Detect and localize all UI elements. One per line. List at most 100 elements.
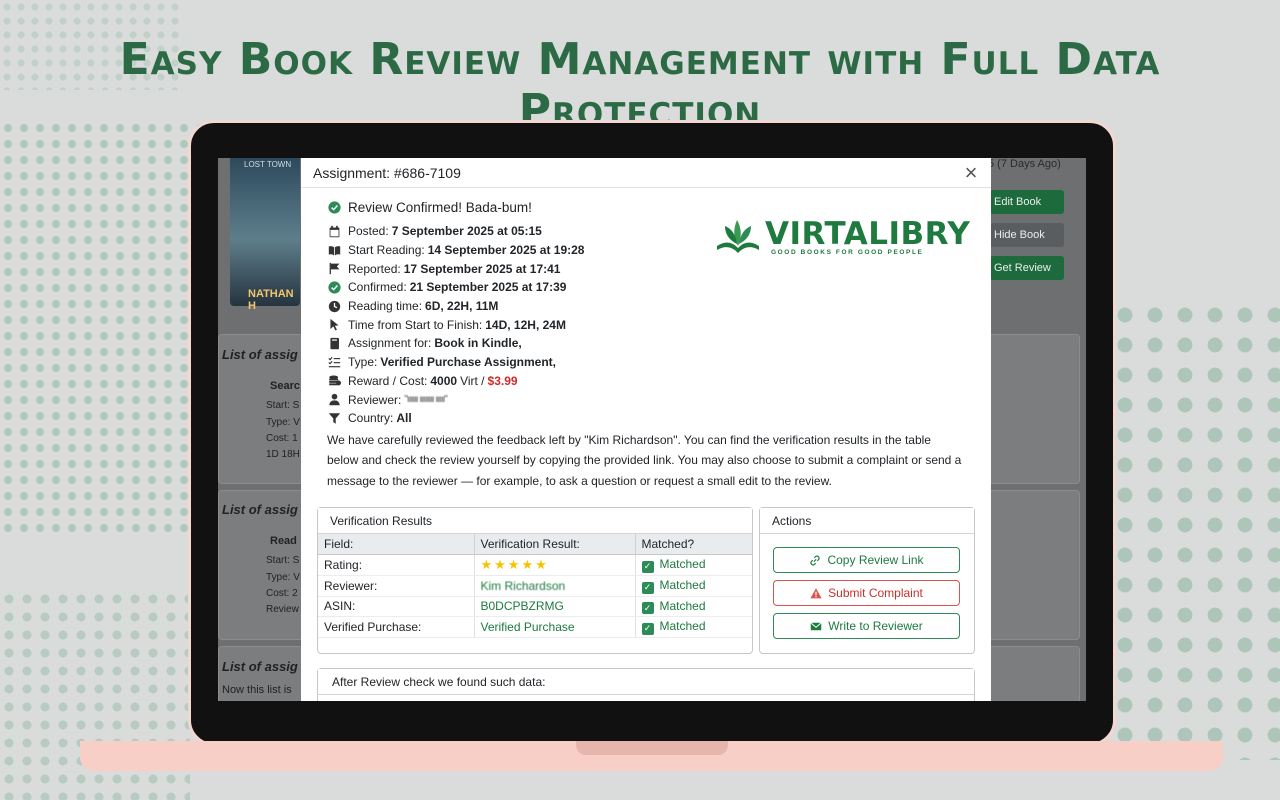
assignment-list-label: List of assig: [222, 659, 298, 674]
detail-value: 14D, 12H, 24M: [485, 317, 566, 332]
detail-label: Time from Start to Finish:: [348, 317, 483, 332]
column-header: Field:: [318, 534, 475, 555]
assignment-type: Type: V: [266, 572, 300, 583]
field-cell: Rating:: [318, 554, 475, 576]
detail-label: Type:: [348, 355, 378, 370]
detail-label: Posted:: [348, 224, 389, 239]
assignment-list-label: List of assig: [222, 347, 298, 362]
detail-value: 21 September 2025 at 17:39: [409, 280, 567, 295]
assignment-extra: Review: [266, 604, 299, 615]
verification-results-panel: Verification Results Field: Verification…: [317, 507, 753, 654]
check-square-icon: ✓: [641, 622, 654, 635]
table-row: Reviewer: Kim Richardson ✓ Matched: [318, 575, 752, 597]
result-cell: B0DCPBZRMG: [474, 596, 636, 617]
detail-value: Book in Kindle,: [434, 336, 522, 351]
detail-reading-time: Reading time: 6D, 22H, 11M: [327, 297, 973, 316]
matched-cell: ✓ Matched: [635, 596, 752, 617]
copy-review-link-button[interactable]: Copy Review Link: [773, 547, 960, 573]
detail-label: Confirmed:: [348, 280, 407, 295]
assignment-type: Type: V: [266, 417, 300, 428]
warning-icon: [810, 587, 822, 599]
user-icon: [327, 393, 341, 407]
list-check-icon: [327, 355, 341, 369]
field-cell: Reviewer:: [318, 575, 475, 597]
modal-body: VIRTALIBRY GOOD BOOKS FOR GOOD PEOPLE Re…: [301, 188, 991, 491]
detail-label: Reward / Cost:: [348, 373, 428, 388]
matched-cell: ✓ Matched: [635, 575, 752, 597]
verification-table: Field: Verification Result: Matched? Rat…: [318, 534, 752, 638]
table-header-row: Field: Verification Result: Matched?: [318, 534, 752, 555]
book-cover: LOST TOWN NATHAN H: [230, 158, 300, 312]
assignment-cost: Cost: 2: [266, 588, 298, 599]
check-circle-icon: [327, 280, 341, 294]
result-cell: Kim Richardson: [474, 575, 636, 597]
edit-book-button[interactable]: Edit Book: [990, 190, 1064, 214]
assignment-modal: Assignment: #686-7109 × VIRTALIBRY GOOD …: [301, 158, 991, 701]
logo-wordmark: VIRTALIBRY: [765, 216, 971, 252]
modal-header: Assignment: #686-7109 ×: [301, 158, 991, 188]
virtalibry-logo: VIRTALIBRY GOOD BOOKS FOR GOOD PEOPLE: [713, 216, 970, 258]
actions-panel: Actions Copy Review Link Submit Complain…: [759, 507, 975, 654]
verification-results-heading: Verification Results: [318, 508, 752, 534]
assignment-title: Searc: [270, 380, 300, 392]
after-review-heading: After Review check we found such data:: [318, 669, 974, 695]
column-header: Verification Result:: [474, 534, 636, 555]
actions-heading: Actions: [760, 508, 974, 534]
assignment-start: Start: S: [266, 555, 300, 566]
laptop-screen: LOST TOWN NATHAN H 5 (7 Days Ago) Edit B…: [218, 158, 1086, 701]
table-row: Rating: ★★★★★ ✓ Matched: [318, 554, 752, 576]
review-confirmed-text: Review Confirmed! Bada-bum!: [348, 199, 532, 215]
reward-amount: 4000: [430, 373, 458, 388]
detail-value: Verified Purchase Assignment,: [380, 355, 556, 370]
result-cell: Verified Purchase: [474, 616, 636, 638]
matched-cell: ✓ Matched: [635, 554, 752, 576]
assignment-start: Start: S: [266, 400, 300, 411]
matched-label: Matched: [659, 578, 706, 592]
assignment-cost: Cost: 1: [266, 433, 298, 444]
cursor-icon: [327, 318, 341, 332]
hide-book-button[interactable]: Hide Book: [990, 223, 1064, 247]
filter-icon: [327, 411, 341, 425]
flag-icon: [327, 262, 341, 276]
coins-icon: [327, 374, 341, 388]
detail-value: 7 September 2025 at 05:15: [391, 224, 542, 239]
book-cover-author: NATHAN H: [248, 288, 294, 312]
close-button[interactable]: ×: [961, 161, 981, 183]
detail-value: 6D, 22H, 11M: [425, 299, 499, 314]
rating-stars: ★★★★★: [474, 554, 636, 576]
review-description: We have carefully reviewed the feedback …: [327, 432, 962, 488]
logo-tagline: GOOD BOOKS FOR GOOD PEOPLE: [771, 249, 924, 256]
matched-label: Matched: [659, 557, 706, 572]
calendar-icon: [327, 224, 341, 238]
detail-reported: Reported: 17 September 2025 at 17:41: [327, 259, 973, 278]
detail-label: Assignment for:: [348, 336, 432, 351]
link-icon: [809, 554, 821, 566]
matched-label: Matched: [659, 619, 706, 633]
field-cell: ASIN:: [318, 596, 475, 617]
check-circle-icon: [327, 200, 341, 214]
clock-icon: [327, 299, 341, 313]
reward-price: $3.99: [487, 373, 518, 388]
table-row: ASIN: B0DCPBZRMG ✓ Matched: [318, 596, 752, 617]
laptop-notch: [576, 741, 728, 755]
detail-label: Country:: [348, 411, 394, 426]
check-square-icon: ✓: [641, 602, 654, 614]
detail-country: Country: All: [327, 409, 973, 428]
reviewer-masked-name: "ıııııı ıııııııı ııııı": [404, 394, 447, 406]
write-to-reviewer-button[interactable]: Write to Reviewer: [773, 613, 960, 639]
assignment-extra: 1D 18H: [266, 449, 300, 460]
table-row: Verified Purchase: Verified Purchase ✓ Ma…: [318, 616, 752, 638]
posted-date: 5 (7 Days Ago): [988, 158, 1061, 170]
after-review-panel: After Review check we found such data:: [317, 668, 975, 701]
get-review-button[interactable]: Get Review: [990, 256, 1064, 280]
detail-label: Reading time:: [348, 299, 423, 314]
detail-time-start-finish: Time from Start to Finish: 14D, 12H, 24M: [327, 315, 973, 334]
envelope-icon: [810, 620, 822, 632]
check-square-icon: ✓: [641, 560, 654, 573]
assignment-list-label: List of assig: [222, 502, 298, 517]
submit-complaint-button[interactable]: Submit Complaint: [773, 580, 960, 606]
get-review-label: Get Review: [994, 262, 1051, 274]
detail-value: All: [396, 411, 412, 426]
detail-reviewer: Reviewer: "ıııııı ıııııııı ııııı": [327, 390, 973, 409]
detail-label: Reviewer:: [348, 392, 402, 407]
